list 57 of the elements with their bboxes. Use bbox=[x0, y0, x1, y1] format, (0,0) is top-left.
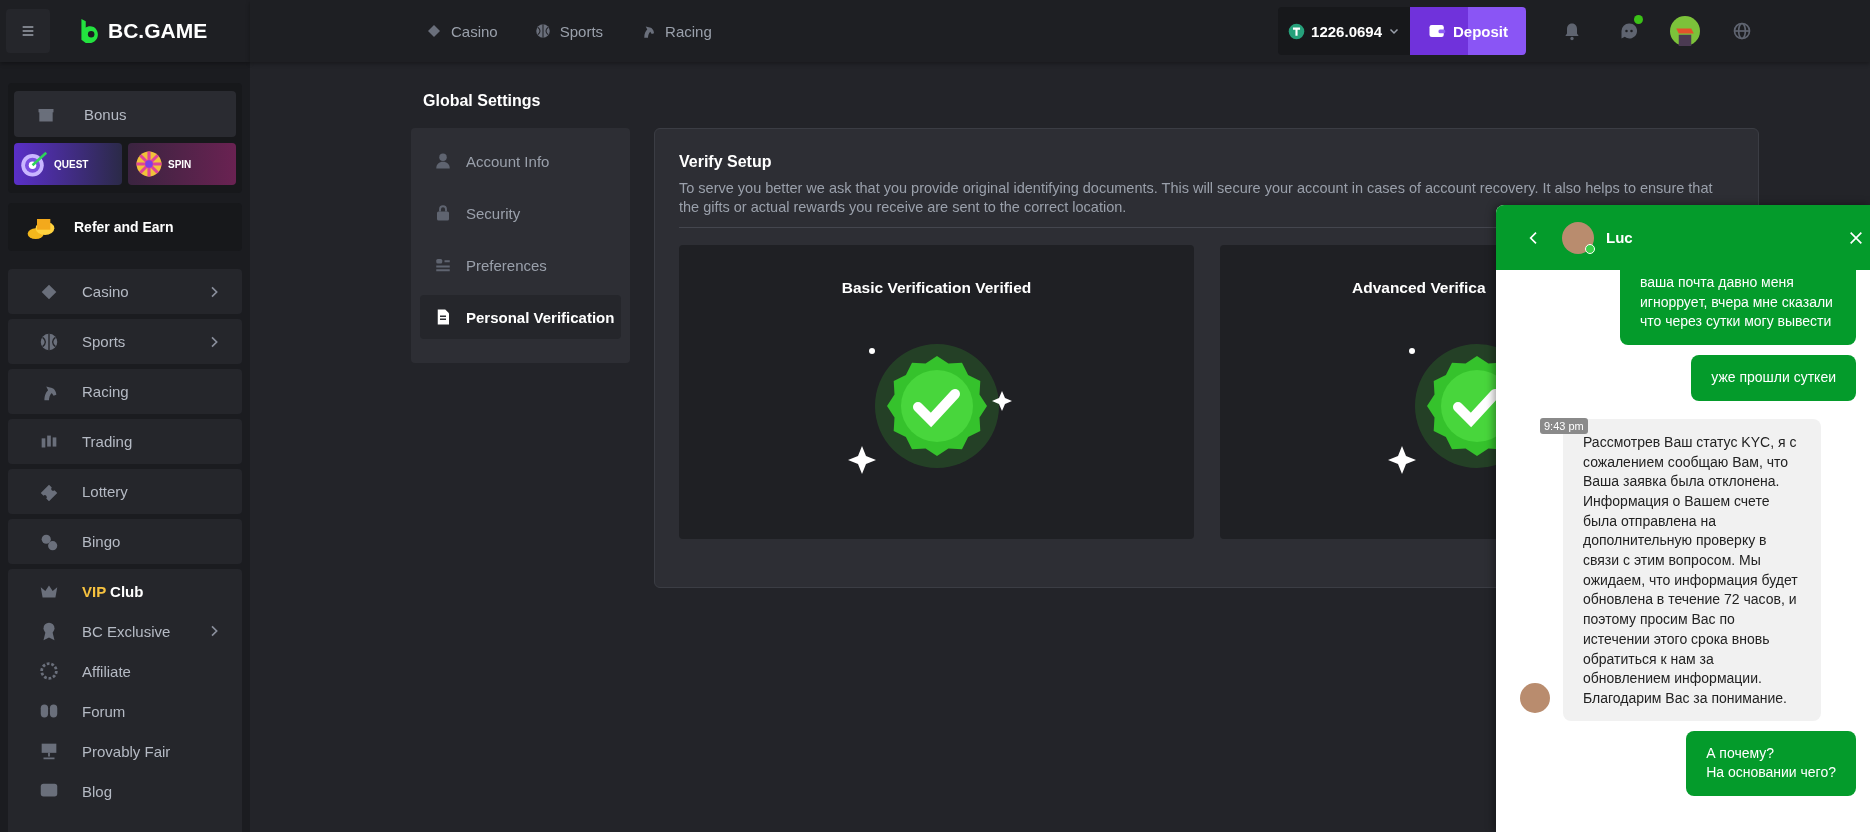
card-title: Basic Verification Verified bbox=[841, 279, 1032, 297]
sidebar-item[interactable]: Lottery bbox=[8, 469, 242, 514]
nav-link[interactable]: Sports bbox=[533, 22, 604, 40]
refer-banner[interactable]: Refer and Earn bbox=[8, 203, 242, 251]
message-bubble: уже прошли суткеи bbox=[1691, 355, 1856, 401]
settings-menu-item[interactable]: Account Info bbox=[420, 139, 621, 183]
wheel-icon bbox=[134, 149, 164, 179]
verification-card[interactable]: Basic Verification Verified bbox=[679, 245, 1194, 539]
wallet-icon bbox=[1428, 22, 1446, 40]
target-icon bbox=[20, 149, 50, 179]
lock-icon bbox=[434, 204, 452, 222]
sidebar-item[interactable]: VIP Club bbox=[8, 571, 242, 611]
agent-name: Luc bbox=[1606, 229, 1634, 246]
verification-card[interactable]: Advanced Verifica bbox=[1220, 245, 1496, 539]
sidebar-item[interactable]: Provably Fair bbox=[8, 731, 242, 771]
logo-text: BC.GAME bbox=[108, 19, 208, 43]
card-title: Advanced Verifica bbox=[1351, 279, 1486, 297]
message-bubble: ваша почта давно меня игнорруeт, вчера мне сказали что через сутки могу вывести bbox=[1620, 270, 1856, 346]
quest-banner[interactable]: QUEST bbox=[14, 143, 122, 185]
menu-icon bbox=[20, 23, 36, 39]
bonus-item[interactable]: Bonus bbox=[14, 91, 236, 137]
sidebar-item[interactable]: Bingo bbox=[8, 519, 242, 564]
dotted-ring-icon bbox=[38, 660, 60, 682]
settings-menu-item[interactable]: Personal Verification bbox=[420, 295, 621, 339]
menu-button[interactable] bbox=[6, 9, 50, 53]
bonus-label: Bonus bbox=[84, 105, 127, 123]
sliders-icon bbox=[434, 256, 452, 274]
balance-selector[interactable]: 1226.0694 bbox=[1278, 7, 1410, 55]
sidebar-item[interactable]: Blog bbox=[8, 771, 242, 811]
settings-menu-item[interactable]: Security bbox=[420, 191, 621, 235]
nav-link[interactable]: Racing bbox=[639, 22, 712, 40]
page-title: Global Settings bbox=[423, 92, 542, 110]
profile-avatar[interactable] bbox=[1667, 13, 1703, 49]
ball-icon bbox=[533, 22, 552, 40]
sidebar-item[interactable]: Affiliate bbox=[8, 651, 242, 691]
sidebar-item[interactable]: Sports bbox=[8, 319, 242, 364]
close-icon bbox=[1848, 229, 1864, 246]
message-bubble: А почему? На основании чего? bbox=[1686, 730, 1856, 797]
sidebar-item[interactable]: Trading bbox=[8, 419, 242, 464]
deposit-button[interactable]: Deposit bbox=[1410, 7, 1526, 55]
globe-icon bbox=[1732, 21, 1752, 41]
settings-menu-item[interactable]: Preferences bbox=[420, 243, 621, 287]
promo-label: QUEST bbox=[54, 158, 89, 170]
message-time: 9:43 pm bbox=[1540, 417, 1588, 434]
nav-link[interactable]: Casino bbox=[425, 22, 498, 40]
sidebar-item[interactable]: BC Exclusive bbox=[8, 611, 242, 651]
refer-label: Refer and Earn bbox=[74, 219, 174, 235]
sidebar-item[interactable]: Casino bbox=[8, 269, 242, 314]
person-icon bbox=[434, 152, 452, 170]
panel-title: Verify Setup bbox=[679, 153, 773, 171]
promo-label: SPIN bbox=[168, 158, 192, 170]
spin-banner[interactable]: SPIN bbox=[128, 143, 236, 185]
sidebar-item[interactable]: Forum bbox=[8, 691, 242, 731]
chat-icon bbox=[1619, 21, 1639, 41]
agent-avatar bbox=[1520, 682, 1550, 713]
sidebar-item[interactable]: Racing bbox=[8, 369, 242, 414]
coin-icon bbox=[1288, 22, 1306, 40]
